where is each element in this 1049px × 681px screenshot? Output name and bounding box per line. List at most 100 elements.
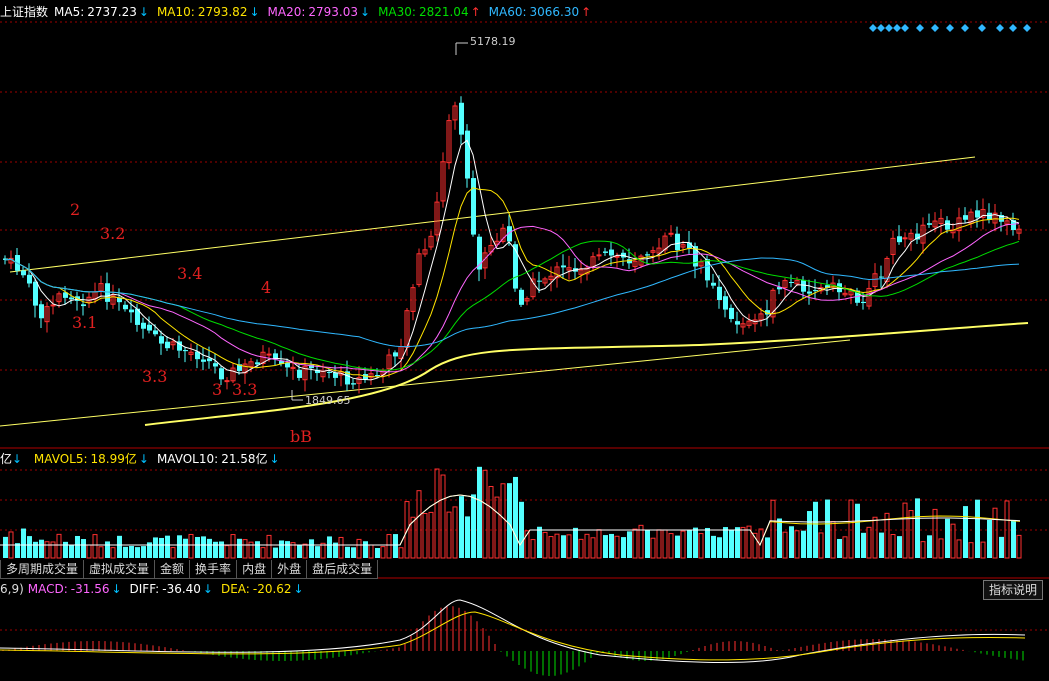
candle-body — [945, 220, 950, 230]
candle-body — [33, 281, 38, 306]
volume-bar — [1016, 534, 1022, 559]
indicator-value: -36.40 — [162, 582, 201, 596]
volume-bar — [33, 541, 38, 558]
trend-arrow-icon: ↓ — [269, 452, 280, 466]
macd-param: 6,9) — [0, 582, 24, 596]
tab-5[interactable]: 外盘 — [271, 560, 308, 579]
tab-2[interactable]: 金额 — [154, 560, 191, 579]
volume-bar — [723, 527, 728, 558]
event-diamond-icon — [916, 24, 924, 32]
volume-bar — [213, 541, 218, 558]
candle-body — [879, 276, 884, 278]
volume-bar — [224, 545, 230, 559]
volume-bar — [861, 532, 866, 558]
indicator-help-button[interactable]: 指标说明 — [982, 580, 1043, 600]
candle-body — [729, 307, 734, 319]
indicator-label: MAVOL5: — [33, 452, 88, 466]
volume-bar — [482, 469, 488, 559]
volume-bar — [573, 527, 578, 558]
volume-bar — [63, 541, 68, 558]
volume-bar — [39, 539, 44, 558]
event-markers — [869, 24, 1031, 32]
volume-bar — [380, 546, 386, 559]
tab-3[interactable]: 换手率 — [189, 560, 238, 579]
event-diamond-icon — [996, 24, 1004, 32]
event-diamond-icon — [946, 24, 954, 32]
ma-list-item: MA20: 2793.03 ↓ — [268, 5, 371, 19]
volume-bar — [1011, 520, 1016, 558]
volume-bar — [548, 536, 554, 559]
candle-body — [705, 259, 710, 281]
volume-bar — [801, 530, 806, 558]
volume-bar — [279, 540, 284, 558]
upper-trendline — [9, 156, 976, 273]
candle-body — [975, 210, 980, 218]
candle-body — [123, 304, 128, 310]
volume-bar — [500, 483, 506, 559]
candle-body — [459, 102, 464, 135]
volume-bar — [165, 535, 170, 558]
high-price-label: 5178.19 — [470, 35, 516, 48]
volume-bar — [530, 539, 536, 559]
volume-bar — [519, 501, 524, 558]
volume-bar — [632, 528, 638, 559]
volume-bar — [932, 508, 938, 559]
candle-body — [50, 304, 56, 307]
volume-bar — [393, 534, 398, 558]
volume-bar — [177, 535, 182, 558]
tab-0[interactable]: 多周期成交量 — [0, 560, 85, 579]
ma-long-line — [144, 322, 1029, 426]
trend-arrow-icon: ↓ — [360, 5, 371, 19]
volume-bar — [927, 535, 932, 558]
tab-6[interactable]: 盘后成交量 — [306, 560, 379, 579]
volume-bar — [554, 533, 560, 559]
indicator-value: -31.56 — [70, 582, 110, 596]
macd-panel — [0, 599, 1026, 676]
ma-list-item: MA10: 2793.82 ↓ — [157, 5, 260, 19]
volume-bar — [56, 533, 62, 559]
volume-bar — [777, 518, 782, 558]
volume-bar — [207, 538, 212, 558]
indicator-label: MA60: — [488, 5, 527, 19]
event-diamond-icon — [901, 24, 909, 32]
candle-body — [375, 375, 380, 377]
volume-bar — [693, 527, 698, 558]
tab-4[interactable]: 内盘 — [236, 560, 273, 579]
vol-list-item: MAVOL5: 18.99亿 ↓ — [34, 452, 149, 466]
indicator-value: 2821.04 — [418, 5, 469, 19]
volume-bar — [740, 526, 746, 559]
volume-bar — [920, 541, 926, 559]
candle-body — [201, 359, 206, 362]
volume-bar — [477, 466, 482, 558]
volume-bar — [770, 499, 776, 559]
volume-bar — [879, 532, 884, 558]
volume-bar — [494, 496, 500, 559]
volume-bar — [416, 490, 422, 559]
volume-bar — [141, 546, 146, 558]
candle-body — [519, 289, 524, 305]
volume-bar — [320, 542, 326, 559]
volume-bar — [110, 547, 116, 559]
candle-body — [645, 254, 650, 256]
ma-list-item: MA60: 3066.30 ↑ — [489, 5, 592, 19]
candle-body — [465, 130, 470, 179]
volume-bar — [956, 539, 962, 559]
tab-1[interactable]: 虚拟成交量 — [83, 560, 156, 579]
candle-body — [213, 363, 218, 367]
volume-bar — [230, 534, 236, 559]
vol-list-item: MAVOL10: 21.58亿 ↓ — [157, 452, 280, 466]
volume-bar — [711, 535, 716, 558]
volume-bar — [513, 476, 518, 558]
trend-arrow-icon: ↓ — [202, 582, 213, 596]
annotation-wave-4: 4 — [261, 278, 272, 297]
volume-bar — [351, 547, 356, 558]
volume-bar — [368, 544, 374, 559]
volume-bar — [596, 529, 602, 559]
annotation-wave-3-4: 3.4 — [177, 264, 203, 283]
volume-bar — [794, 530, 800, 559]
volume-bar — [848, 499, 854, 559]
indicator-tabs: 多周期成交量 虚拟成交量 金额 换手率 内盘 外盘 盘后成交量 — [0, 560, 379, 579]
volume-bar — [938, 538, 944, 559]
candle-body — [285, 362, 290, 368]
volume-bar — [356, 538, 362, 559]
